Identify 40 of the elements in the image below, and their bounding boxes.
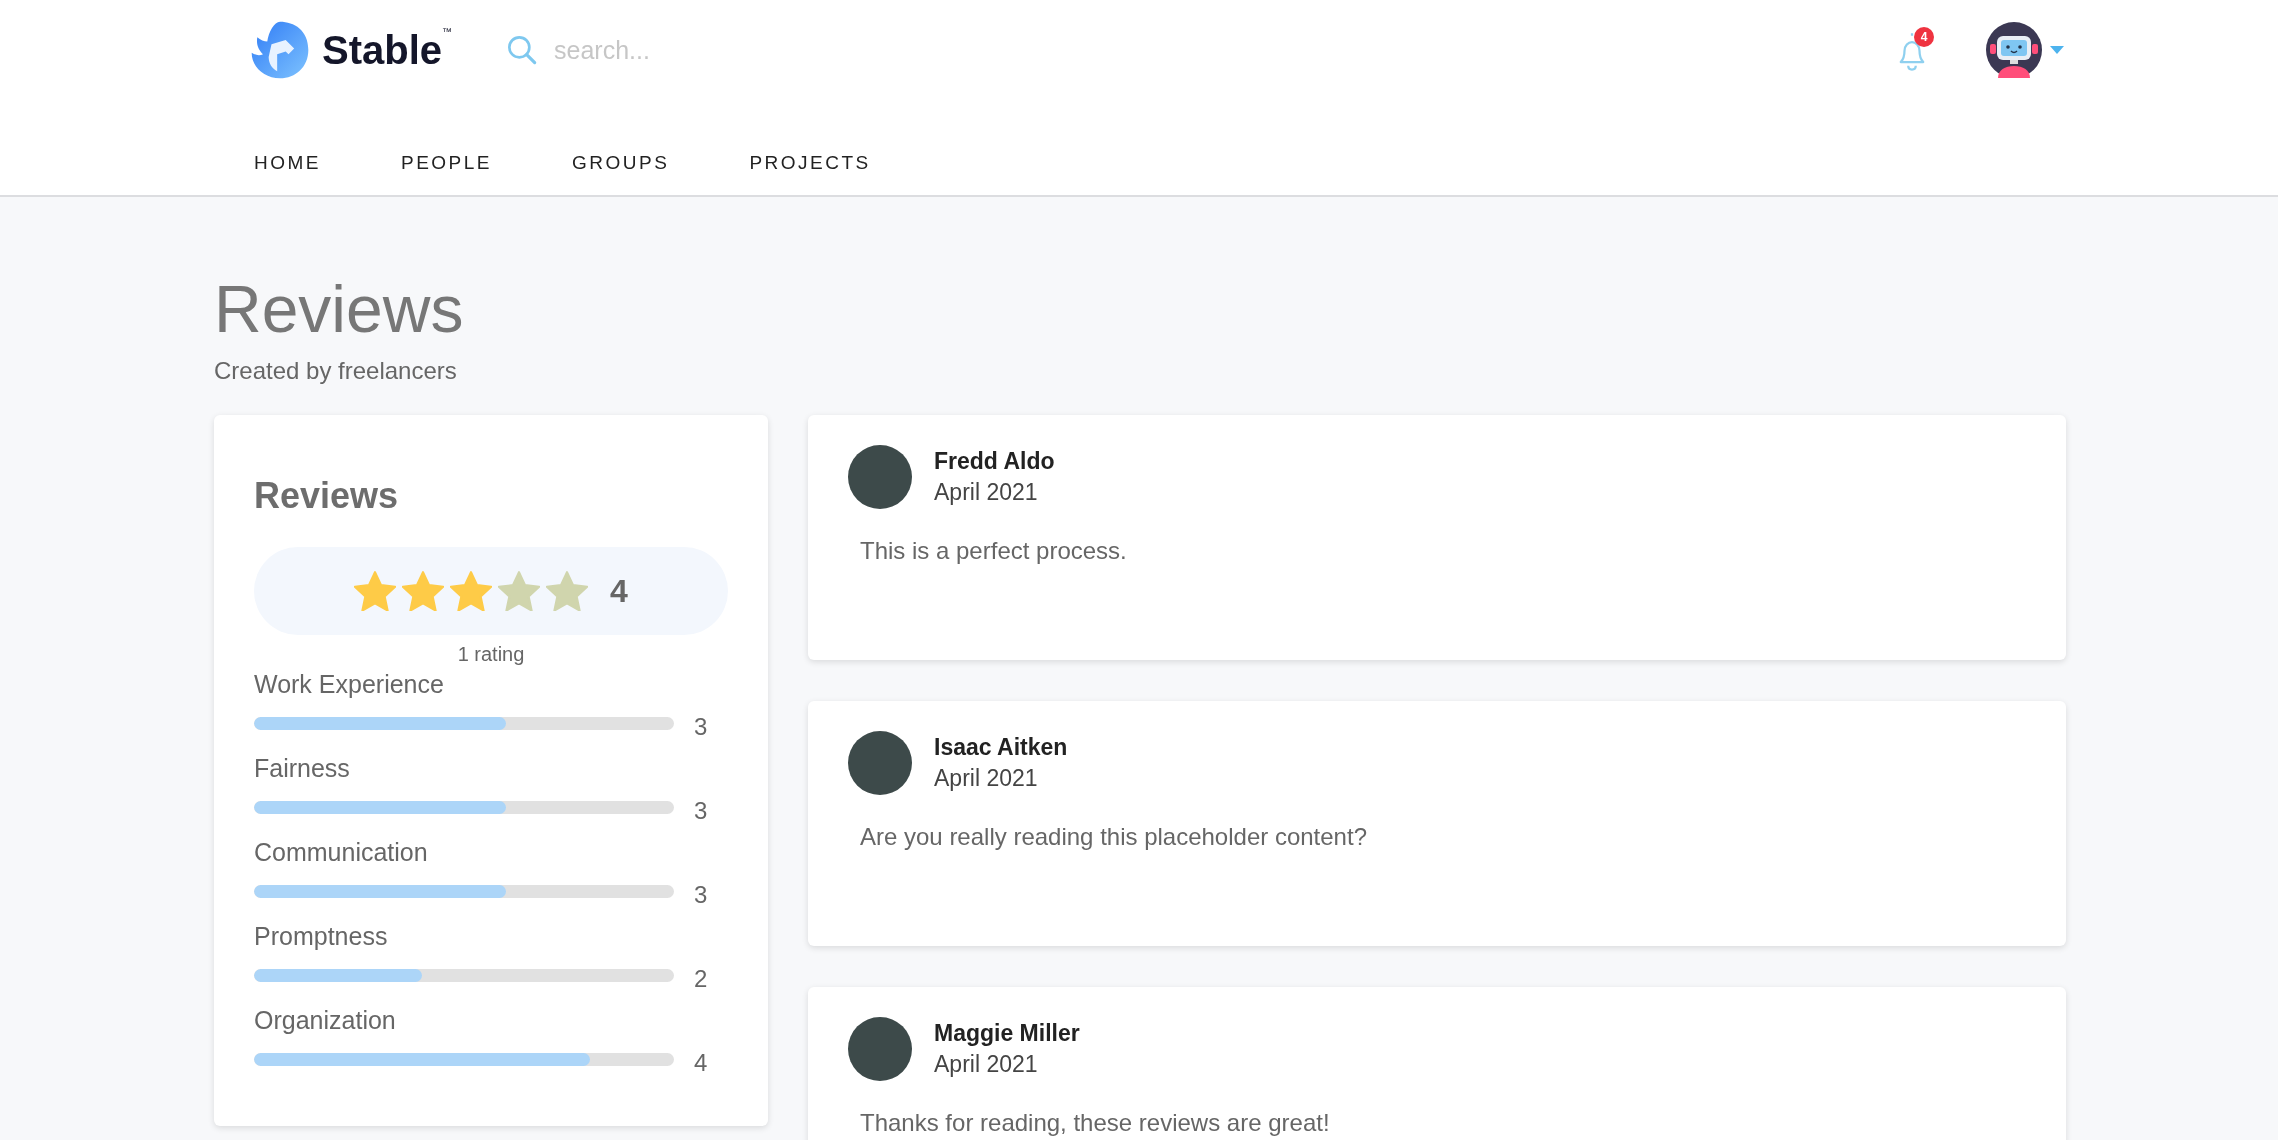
criterion-label: Work Experience <box>254 670 445 699</box>
review-date: April 2021 <box>934 1051 1039 1078</box>
criterion-value: 3 <box>694 797 708 825</box>
notification-badge: 4 <box>1914 27 1934 47</box>
rating-score: 4 <box>610 572 628 610</box>
star-icon <box>450 571 493 611</box>
search-icon <box>506 34 539 66</box>
robot-avatar-icon[interactable] <box>1986 22 2042 78</box>
reviewer-name: Maggie Miller <box>934 1020 1080 1047</box>
star-icon <box>354 571 397 611</box>
trademark-mark: ™ <box>442 26 453 37</box>
star-icon <box>498 571 541 611</box>
review-text: Thanks for reading, these reviews are great! <box>860 1109 1331 1137</box>
page-title: Reviews <box>214 271 465 348</box>
nav-link[interactable]: HOME <box>254 152 321 174</box>
criterion-value: 3 <box>694 881 708 909</box>
reviewer-name: Isaac Aitken <box>934 734 1068 761</box>
nav-link[interactable]: GROUPS <box>572 152 670 174</box>
criterion-label: Communication <box>254 838 429 867</box>
review-date: April 2021 <box>934 479 1039 506</box>
card-title: Reviews <box>254 475 400 517</box>
logo-text: Stable <box>322 28 443 73</box>
criterion-value: 4 <box>694 1049 708 1077</box>
review-text: This is a perfect process. <box>860 537 1128 565</box>
nav-link[interactable]: PEOPLE <box>401 152 493 174</box>
criterion-label: Organization <box>254 1006 397 1035</box>
criterion-value: 2 <box>694 965 708 993</box>
review-text: Are you really reading this placeholder content? <box>860 823 1368 851</box>
star-icon <box>402 571 445 611</box>
review-date: April 2021 <box>934 765 1039 792</box>
criterion-value: 3 <box>694 713 708 741</box>
criterion-label: Promptness <box>254 922 389 951</box>
star-icon <box>546 571 589 611</box>
reviewer-name: Fredd Aldo <box>934 448 1055 475</box>
page-subtitle: Created by freelancers <box>214 357 458 385</box>
nav-link[interactable]: PROJECTS <box>749 152 871 174</box>
rating-count: 1 rating <box>456 643 526 666</box>
search-field[interactable]: search... <box>552 34 777 66</box>
criterion-label: Fairness <box>254 754 351 783</box>
caret-icon[interactable] <box>2050 46 2064 54</box>
